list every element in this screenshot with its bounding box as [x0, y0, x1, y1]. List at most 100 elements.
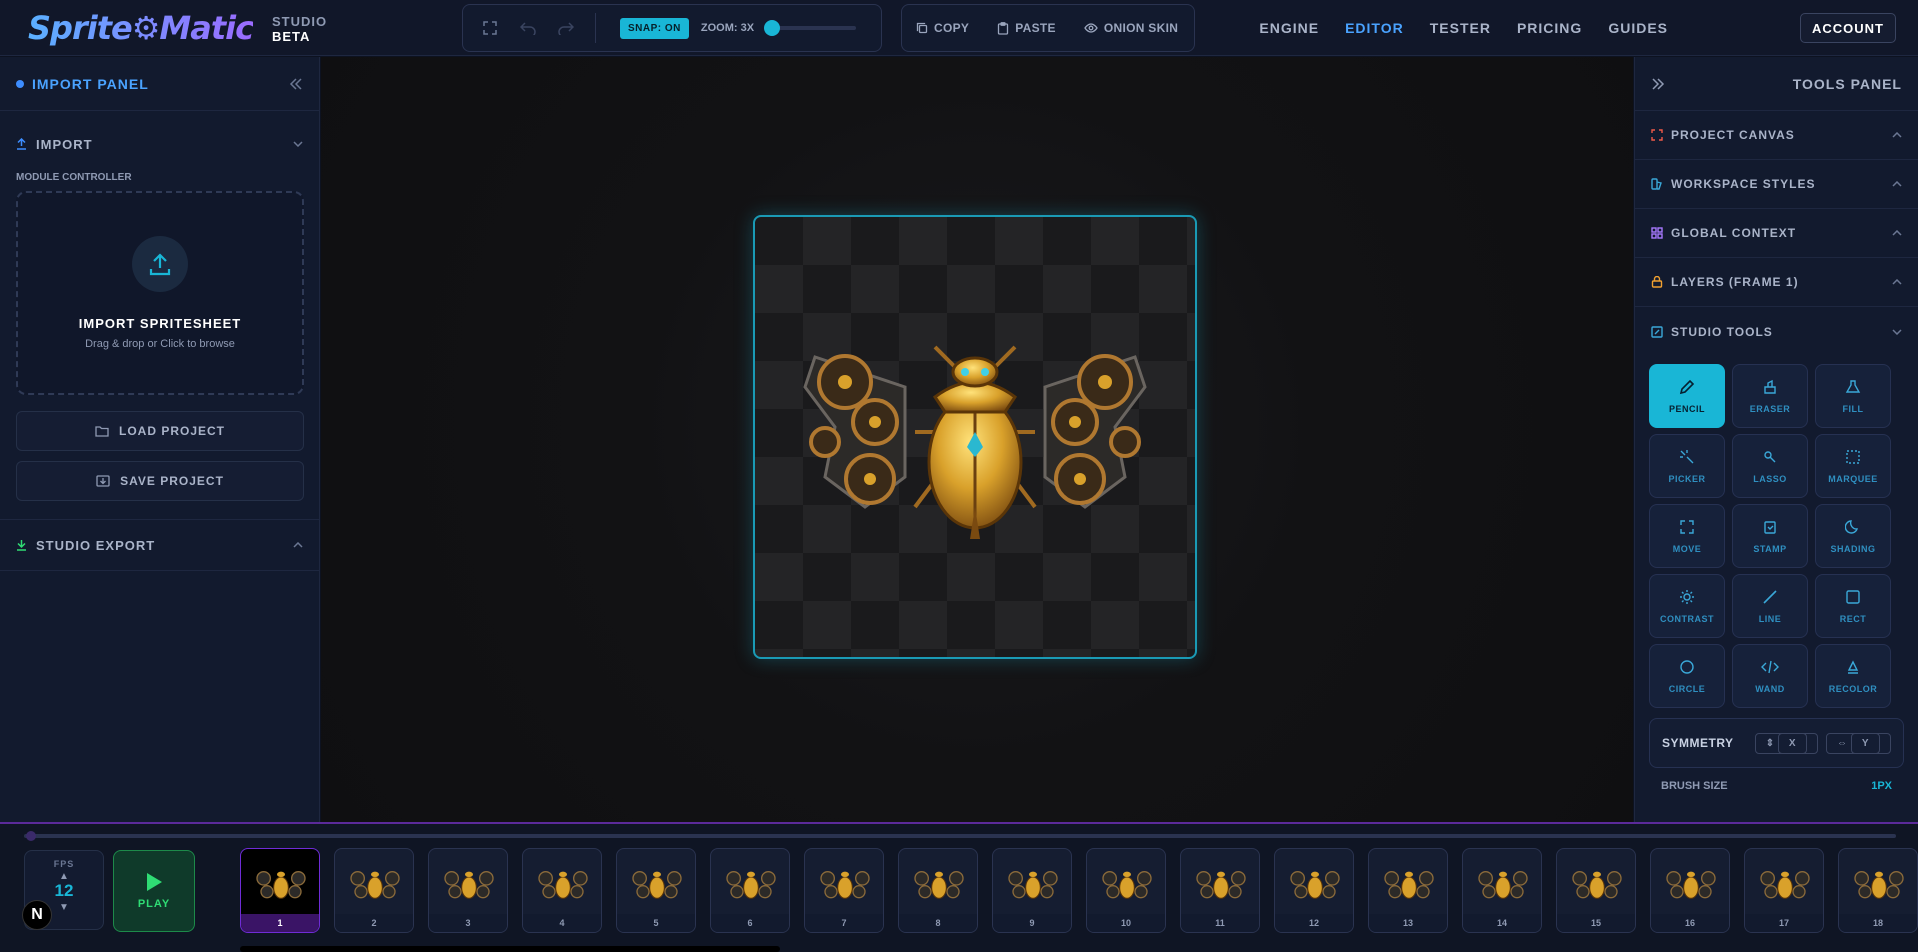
tool-rect[interactable]: RECT — [1815, 574, 1891, 638]
redo-icon[interactable] — [547, 9, 585, 47]
symmetry-x-label: X — [1777, 732, 1808, 754]
frame-thumbnail[interactable]: 16 — [1650, 848, 1730, 933]
tool-line[interactable]: LINE — [1732, 574, 1808, 638]
symmetry-x-button[interactable]: ⇕ X — [1754, 732, 1819, 754]
tool-contrast[interactable]: CONTRAST — [1649, 574, 1725, 638]
account-button[interactable]: ACCOUNT — [1800, 13, 1896, 43]
nav-pricing[interactable]: PRICING — [1517, 20, 1582, 36]
play-button[interactable]: PLAY — [113, 850, 195, 932]
snap-toggle[interactable]: SNAP: ON — [620, 17, 689, 39]
global-context-section[interactable]: GLOBAL CONTEXT — [1635, 209, 1918, 258]
frame-thumbnail[interactable]: 17 — [1744, 848, 1824, 933]
frame-thumbnail[interactable]: 6 — [710, 848, 790, 933]
frame-thumbnail[interactable]: 13 — [1368, 848, 1448, 933]
layers-icon — [1651, 276, 1663, 288]
frame-thumbnail[interactable]: 5 — [616, 848, 696, 933]
frame-thumbnail[interactable]: 8 — [898, 848, 978, 933]
zoom-slider[interactable] — [764, 20, 857, 36]
spritesheet-dropzone[interactable]: IMPORT SPRITESHEET Drag & drop or Click … — [16, 191, 304, 395]
layers-section[interactable]: LAYERS (FRAME 1) — [1635, 258, 1918, 307]
frame-thumbnail[interactable]: 4 — [522, 848, 602, 933]
undo-icon[interactable] — [509, 9, 547, 47]
zoom-slider-knob[interactable] — [764, 20, 781, 36]
tool-marquee[interactable]: MARQUEE — [1815, 434, 1891, 498]
copy-button[interactable]: COPY — [902, 21, 983, 35]
scrubber-handle[interactable] — [26, 831, 36, 841]
timeline: FPS ▲ 12 ▼ N PLAY 1 2 3 4 5 6 7 8 9 10 11 12 13 14 15 1… — [0, 822, 1918, 952]
frame-thumbnail[interactable]: 12 — [1274, 848, 1354, 933]
top-bar: Sprite⚙Matic STUDIO BETA SNAP: ON ZOOM: … — [0, 0, 1918, 56]
divider — [0, 570, 319, 571]
workspace-styles-section[interactable]: WORKSPACE STYLES — [1635, 160, 1918, 209]
nav-editor[interactable]: EDITOR — [1345, 20, 1404, 36]
import-section-header[interactable]: IMPORT — [0, 119, 319, 169]
frame-scrollbar[interactable] — [240, 946, 780, 952]
project-canvas-section[interactable]: PROJECT CANVAS — [1635, 111, 1918, 160]
frame-thumbnail[interactable]: 14 — [1462, 848, 1542, 933]
nav-guides[interactable]: GUIDES — [1608, 20, 1668, 36]
tool-circle[interactable]: CIRCLE — [1649, 644, 1725, 708]
studio-tools-section[interactable]: STUDIO TOOLS — [1635, 307, 1918, 356]
frame-preview — [809, 855, 881, 911]
sprite-canvas[interactable] — [753, 215, 1197, 659]
frame-thumbnail[interactable]: 2 — [334, 848, 414, 933]
tool-label: MARQUEE — [1828, 473, 1878, 484]
save-project-button[interactable]: SAVE PROJECT — [16, 461, 304, 501]
symmetry-y-button[interactable]: ⇔ Y — [1826, 732, 1891, 754]
fps-value[interactable]: 12 — [25, 882, 103, 900]
frame-number: 1 — [241, 914, 319, 932]
collapse-left-icon[interactable] — [289, 77, 303, 91]
frame-thumbnail[interactable]: 1 — [240, 848, 320, 933]
logo[interactable]: Sprite⚙Matic — [28, 8, 254, 48]
n-badge-icon[interactable]: N — [22, 900, 52, 930]
tool-lasso[interactable]: LASSO — [1732, 434, 1808, 498]
export-section-header[interactable]: STUDIO EXPORT — [0, 520, 319, 570]
tool-fill[interactable]: FILL — [1815, 364, 1891, 428]
expand-right-icon[interactable] — [1651, 77, 1665, 91]
frame-thumbnail[interactable]: 7 — [804, 848, 884, 933]
frame-number: 17 — [1745, 914, 1823, 932]
frame-preview — [715, 855, 787, 911]
frame-thumbnail[interactable]: 11 — [1180, 848, 1260, 933]
chevron-down-icon — [1892, 328, 1902, 335]
studio-badge: STUDIO BETA — [272, 14, 327, 44]
frame-thumbnail[interactable]: 18 — [1838, 848, 1918, 933]
upload-icon — [132, 236, 188, 292]
moon-icon — [1845, 519, 1861, 535]
nav-tester[interactable]: TESTER — [1430, 20, 1491, 36]
tool-eraser[interactable]: ERASER — [1732, 364, 1808, 428]
tool-shading[interactable]: SHADING — [1815, 504, 1891, 568]
tool-label: LASSO — [1753, 473, 1787, 484]
timeline-scrubber[interactable] — [24, 831, 1896, 841]
brush-size-label: BRUSH SIZE — [1661, 780, 1728, 792]
tool-label: RECOLOR — [1828, 683, 1878, 694]
fullscreen-icon[interactable] — [471, 9, 509, 47]
tool-picker[interactable]: PICKER — [1649, 434, 1725, 498]
frame-thumbnail[interactable]: 3 — [428, 848, 508, 933]
tool-stamp[interactable]: STAMP — [1732, 504, 1808, 568]
frame-preview — [1373, 855, 1445, 911]
frame-number: 14 — [1463, 914, 1541, 932]
frame-preview — [433, 855, 505, 911]
frame-number: 5 — [617, 914, 695, 932]
palette-icon — [1651, 178, 1663, 190]
tool-move[interactable]: MOVE — [1649, 504, 1725, 568]
import-section-label: IMPORT — [36, 136, 93, 152]
frame-preview — [997, 855, 1069, 911]
nav-engine[interactable]: ENGINE — [1259, 20, 1319, 36]
paste-button[interactable]: PASTE — [983, 21, 1070, 35]
frame-thumbnail[interactable]: 9 — [992, 848, 1072, 933]
frame-thumbnail[interactable]: 15 — [1556, 848, 1636, 933]
main-nav: ENGINE EDITOR TESTER PRICING GUIDES — [1259, 0, 1668, 56]
load-project-button[interactable]: LOAD PROJECT — [16, 411, 304, 451]
frame-thumbnail[interactable]: 10 — [1086, 848, 1166, 933]
onion-skin-button[interactable]: ONION SKIN — [1070, 21, 1192, 35]
tool-recolor[interactable]: RECOLOR — [1815, 644, 1891, 708]
frame-preview — [1655, 855, 1727, 911]
brush-size-control[interactable]: BRUSH SIZE 1PX — [1649, 780, 1904, 792]
tool-wand[interactable]: WAND — [1732, 644, 1808, 708]
workspace-styles-label: WORKSPACE STYLES — [1671, 177, 1816, 191]
frame-number: 10 — [1087, 914, 1165, 932]
frame-number: 15 — [1557, 914, 1635, 932]
tool-pencil[interactable]: PENCIL — [1649, 364, 1725, 428]
